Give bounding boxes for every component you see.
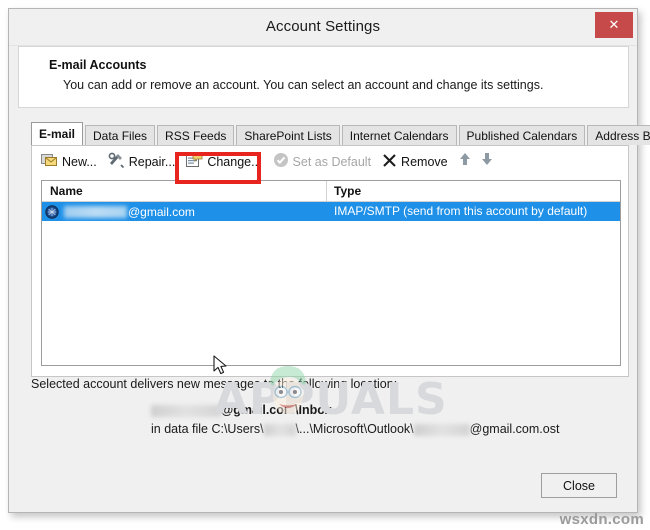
page-title: E-mail Accounts [49, 58, 147, 72]
column-header-name: Name [42, 181, 327, 201]
tab-sharepoint-lists[interactable]: SharePoint Lists [236, 125, 340, 145]
account-settings-dialog: Account Settings ✕ E-mail Accounts You c… [8, 8, 650, 513]
arrow-down-icon[interactable] [481, 152, 493, 171]
remove-button-label: Remove [401, 154, 448, 169]
set-as-default-label: Set as Default [292, 154, 372, 169]
row-name-cell: @gmail.com [42, 205, 327, 219]
remove-x-icon [382, 153, 397, 171]
new-envelope-icon [41, 152, 58, 171]
table-row[interactable]: @gmail.com IMAP/SMTP (send from this acc… [42, 202, 620, 221]
repair-button-label: Repair... [128, 154, 176, 169]
tab-address-books[interactable]: Address Books [587, 125, 650, 145]
redacted-username [64, 205, 127, 218]
change-button-label: Change... [207, 154, 262, 169]
arrow-up-icon[interactable] [459, 152, 471, 171]
delivery-location-suffix: @gmail.com\Inbox [221, 403, 332, 417]
list-header-row: Name Type [42, 181, 620, 202]
redacted-username-datafile [413, 423, 470, 436]
tab-e-mail[interactable]: E-mail [31, 122, 84, 145]
title-bar: Account Settings ✕ [9, 9, 637, 46]
change-document-icon [186, 152, 203, 171]
site-watermark: wsxdn.com [559, 511, 644, 528]
datafile-prefix: in data file C:\Users\ [151, 422, 264, 436]
row-account-name: @gmail.com [128, 204, 195, 219]
delivery-location-text: @gmail.com\Inbox [31, 403, 629, 417]
account-globe-icon [45, 204, 59, 219]
tab-published-calendars[interactable]: Published Calendars [458, 125, 586, 145]
redacted-user-folder [263, 423, 296, 436]
delivery-datafile-text: in data file C:\Users\ \...\Microsoft\Out… [31, 422, 629, 436]
repair-button[interactable]: Repair... [108, 150, 176, 174]
change-button[interactable]: Change... [186, 150, 262, 174]
repair-tools-icon [108, 152, 125, 171]
window-title: Account Settings [265, 18, 381, 35]
column-header-type: Type [334, 184, 362, 198]
delivery-intro-text: Selected account delivers new messages t… [31, 377, 398, 391]
set-as-default-button: Set as Default [273, 150, 372, 174]
tab-strip: E-mail Data Files RSS Feeds SharePoint List… [31, 122, 650, 145]
redacted-username-location [151, 404, 221, 417]
new-button-label: New... [62, 154, 97, 169]
tab-data-files[interactable]: Data Files [85, 125, 156, 145]
tab-rss-feeds[interactable]: RSS Feeds [157, 125, 235, 145]
datafile-middle: \...\Microsoft\Outlook\ [295, 422, 414, 436]
delivery-location-panel: Selected account delivers new messages t… [31, 377, 629, 436]
header-panel: E-mail Accounts You can add or remove an… [18, 46, 629, 108]
new-button[interactable]: New... [41, 150, 97, 174]
tab-internet-calendars[interactable]: Internet Calendars [341, 125, 457, 145]
tab-panel-email: New... Repair... Change... Set as Defaul… [31, 145, 629, 425]
accounts-toolbar: New... Repair... Change... Set as Defaul… [32, 146, 628, 177]
row-type-cell: IMAP/SMTP (send from this account by def… [334, 204, 588, 218]
close-button[interactable]: Close [541, 473, 617, 498]
check-circle-icon [273, 152, 289, 171]
accounts-list[interactable]: Name Type @gmail.com IMAP/SMTP (send fro… [41, 180, 621, 366]
datafile-suffix: @gmail.com.ost [469, 422, 560, 436]
close-icon[interactable]: ✕ [595, 12, 633, 38]
remove-button[interactable]: Remove [382, 150, 448, 174]
page-description: You can add or remove an account. You ca… [63, 78, 544, 92]
